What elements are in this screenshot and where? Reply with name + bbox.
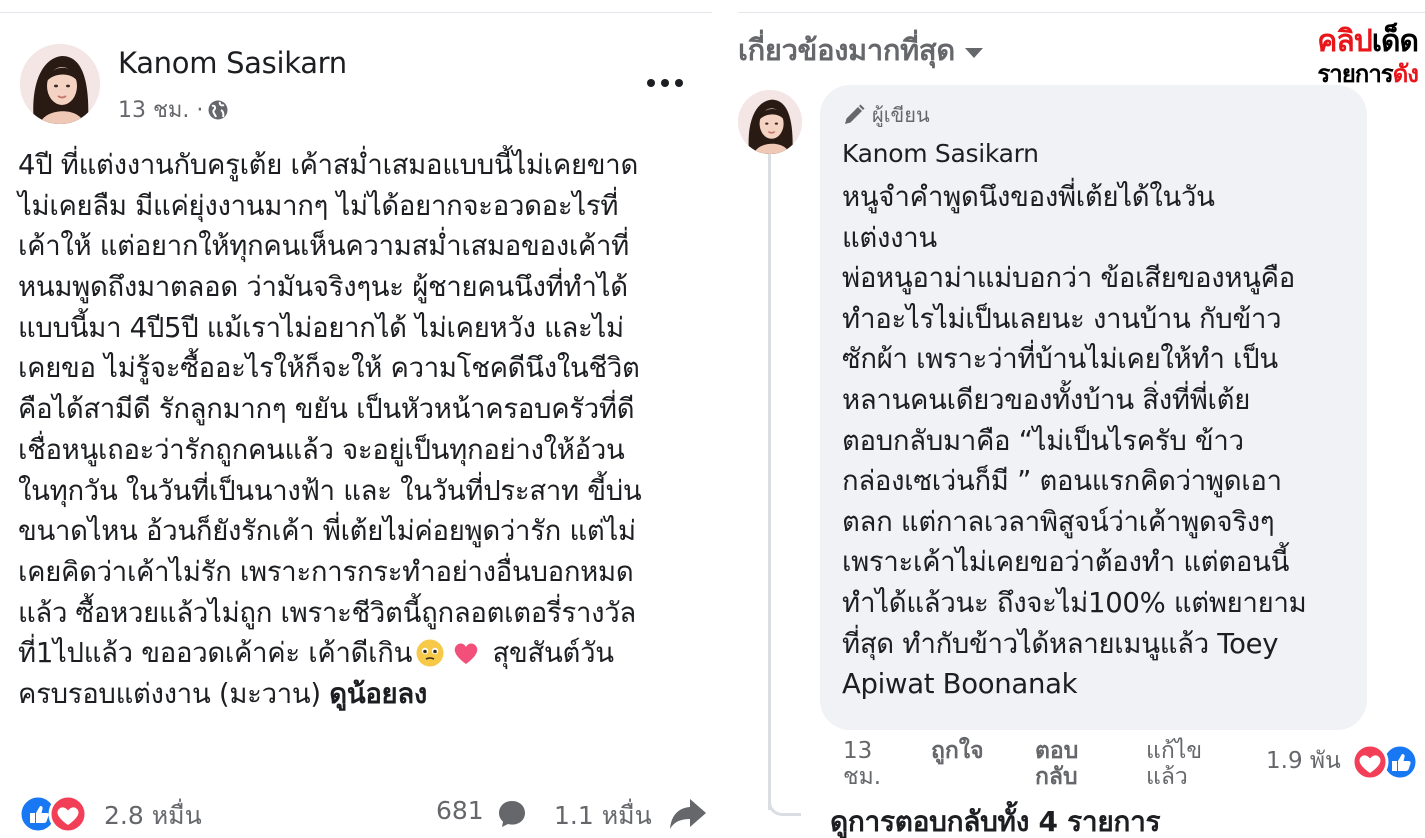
author-badge-label: ผู้เขียน	[872, 103, 930, 127]
reply-button[interactable]: ตอบ กลับ	[1035, 738, 1105, 790]
comment-text: หนูจำคำพูดนึงของพี่เต้ยได้ในวัน แต่งงาน …	[842, 177, 1362, 705]
panel-divider	[712, 0, 738, 838]
dot	[647, 79, 655, 87]
post-line: ไม่เคยลืม มีแค่ยุ่งงานมากๆ ไม่ได้อยากจะอ…	[18, 189, 619, 222]
globe-icon	[207, 99, 229, 121]
more-options-icon[interactable]	[640, 70, 690, 96]
comment-author-name[interactable]: Kanom Sasikarn	[842, 139, 1039, 168]
comment-line: Apiwat Boonanak	[842, 668, 1078, 701]
comment-line: ตอบกลับมาคือ “ไม่เป็นไรครับ ข้าว	[842, 424, 1244, 457]
comment-icon	[496, 798, 528, 830]
logo-text: เด็ด	[1371, 24, 1419, 59]
post-line: 4ปี ที่แต่งงานกับครูเต้ย เค้าสม่ำเสมอแบบ…	[18, 149, 639, 181]
comment-line: หลานคนเดียวของทั้งบ้าน สิ่งที่พี่เต้ย	[842, 383, 1251, 416]
comment-reaction-icons[interactable]	[1348, 742, 1420, 782]
post-line: ที่1ไปแล้ว ขออวดเค้าค่ะ เค้าดีเกิน สุขสั…	[18, 633, 708, 674]
post-line: เค้าให้ แต่อยากให้ทุกคนเห็นความสม่ำเสมอข…	[18, 230, 629, 263]
post-line-text: สุขสันต์วัน	[492, 637, 614, 670]
post-author-name[interactable]: Kanom Sasikarn	[118, 46, 347, 80]
post-text: 4ปี ที่แต่งงานกับครูเต้ย เค้าสม่ำเสมอแบบ…	[18, 145, 708, 715]
post-stats: 2.8 หมื่น 681 1.1 หมื่น	[18, 792, 708, 836]
post-line: ในทุกวัน ในวันที่เป็นนางฟ้า และ ในวันที่…	[18, 474, 642, 507]
post-line: แบบนี้มา 4ปี5ปี แม้เราไม่อยากได้ ไม่เคยห…	[18, 311, 624, 344]
post-panel: Kanom Sasikarn 13 ชม. · 4ปี ที่แต่งงานกั…	[0, 0, 712, 838]
post-line: เคยคิดว่าเค้าไม่รัก เพราะการกระทำอย่างอื…	[18, 555, 634, 588]
edited-label: แก้ไข แล้ว	[1146, 738, 1203, 790]
post-meta: 13 ชม. ·	[118, 92, 229, 127]
avatar[interactable]	[738, 90, 802, 154]
comment-line: หนูจำคำพูดนึงของพี่เต้ยได้ในวัน	[842, 181, 1215, 213]
comments-panel: เกี่ยวข้องมากที่สุด คลิปเด็ด รายการดัง ผ…	[738, 0, 1425, 838]
comment-line: แต่งงาน	[842, 221, 937, 254]
post-line-text: ที่1ไปแล้ว ขออวดเค้าค่ะ เค้าดีเกิน	[18, 637, 413, 670]
comment-line: ทำอะไรไม่เป็นเลยนะ งานบ้าน กับข้าว	[842, 302, 1282, 335]
post-line-text: ครบรอบแต่งงาน (มะวาน)	[18, 677, 321, 710]
post-line: คือได้สามีดี รักลูกมากๆ ขยัน เป็นหัวหน้า…	[18, 393, 635, 426]
caret-down-icon	[964, 48, 983, 58]
post-line: เชื่อหนูเถอะว่ารักถูกคนแล้ว จะอยู่เป็นทุ…	[18, 433, 625, 466]
share-icon	[668, 796, 708, 832]
comment-count[interactable]: 681	[436, 796, 484, 825]
comment-line: ซักผ้า เพราะว่าที่บ้านไม่เคยให้ทำ เป็น	[842, 343, 1278, 376]
comment-line: พ่อหนูอาม่าแม่บอกว่า ข้อเสียของหนูคือ	[842, 262, 1295, 295]
logo-text: รายการ	[1317, 60, 1393, 88]
post-line: เคยขอ ไม่รู้จะซื้ออะไรให้ก็จะให้ ความโชค…	[18, 352, 640, 385]
comment-timestamp[interactable]: 13 ชม.	[843, 738, 898, 790]
dot	[675, 79, 683, 87]
like-button[interactable]: ถูกใจ	[931, 738, 984, 764]
heart-icon	[451, 638, 481, 668]
dot	[661, 79, 669, 87]
sort-label-text: เกี่ยวข้องมากที่สุด	[738, 33, 955, 67]
reaction-count[interactable]: 2.8 หมื่น	[104, 796, 202, 836]
comment-line: ที่สุด ทำกับข้าวได้หลายเมนูแล้ว Toey	[842, 627, 1279, 660]
post-line: ครบรอบแต่งงาน (มะวาน) ดูน้อยลง	[18, 674, 708, 715]
logo-text: ดัง	[1392, 60, 1419, 88]
comment-actions: 13 ชม. ถูกใจ ตอบ กลับ แก้ไข แล้ว 1.9 พัน	[843, 738, 1423, 798]
post-timestamp[interactable]: 13 ชม. ·	[118, 92, 203, 127]
comment-reaction-count[interactable]: 1.9 พัน	[1266, 748, 1341, 774]
post-line: ขนาดไหน อ้วนก็ยังรักเค้า พี่เต้ยไม่ค่อยพ…	[18, 515, 636, 548]
comment-line: กล่องเซเว่นก็มี ” ตอนแรกคิดว่าพูดเอา	[842, 465, 1282, 498]
share-count[interactable]: 1.1 หมื่น	[554, 796, 652, 836]
comment-line: เพราะเค้าไม่เคยขอว่าต้องทำ แต่ตอนนี้	[842, 546, 1290, 579]
avatar[interactable]	[20, 44, 100, 124]
comment-sort-dropdown[interactable]: เกี่ยวข้องมากที่สุด	[738, 27, 983, 73]
divider	[0, 12, 712, 13]
see-less-link[interactable]: ดูน้อยลง	[329, 678, 427, 710]
logo-line: คลิปเด็ด	[1258, 24, 1419, 59]
comment-line: ทำได้แล้วนะ ถึงจะไม่100% แต่พยายาม	[842, 586, 1307, 619]
divider	[738, 12, 1425, 13]
post-line: แล้ว ซื้อหวยแล้วไม่ถูก เพราะชีวิตนี้ถูกล…	[18, 596, 636, 629]
view-replies-link[interactable]: ดูการตอบกลับทั้ง 4 รายการ	[830, 800, 1161, 838]
post-line: หนมพูดถึงมาตลอด ว่ามันจริงๆนะ ผู้ชายคนนึ…	[18, 271, 628, 304]
teary-face-icon	[415, 638, 445, 668]
thread-line-corner	[768, 795, 801, 816]
pencil-icon	[842, 103, 866, 127]
comment-bubble: ผู้เขียน Kanom Sasikarn หนูจำคำพูดนึงของ…	[820, 85, 1367, 730]
reaction-icons[interactable]	[18, 794, 94, 834]
thread-line	[768, 150, 771, 810]
logo-text: คลิป	[1317, 24, 1372, 59]
author-badge: ผู้เขียน	[842, 99, 930, 131]
comment-line: ตลก แต่กาลเวลาพิสูจน์ว่าเค้าพูดจริงๆ	[842, 505, 1275, 538]
